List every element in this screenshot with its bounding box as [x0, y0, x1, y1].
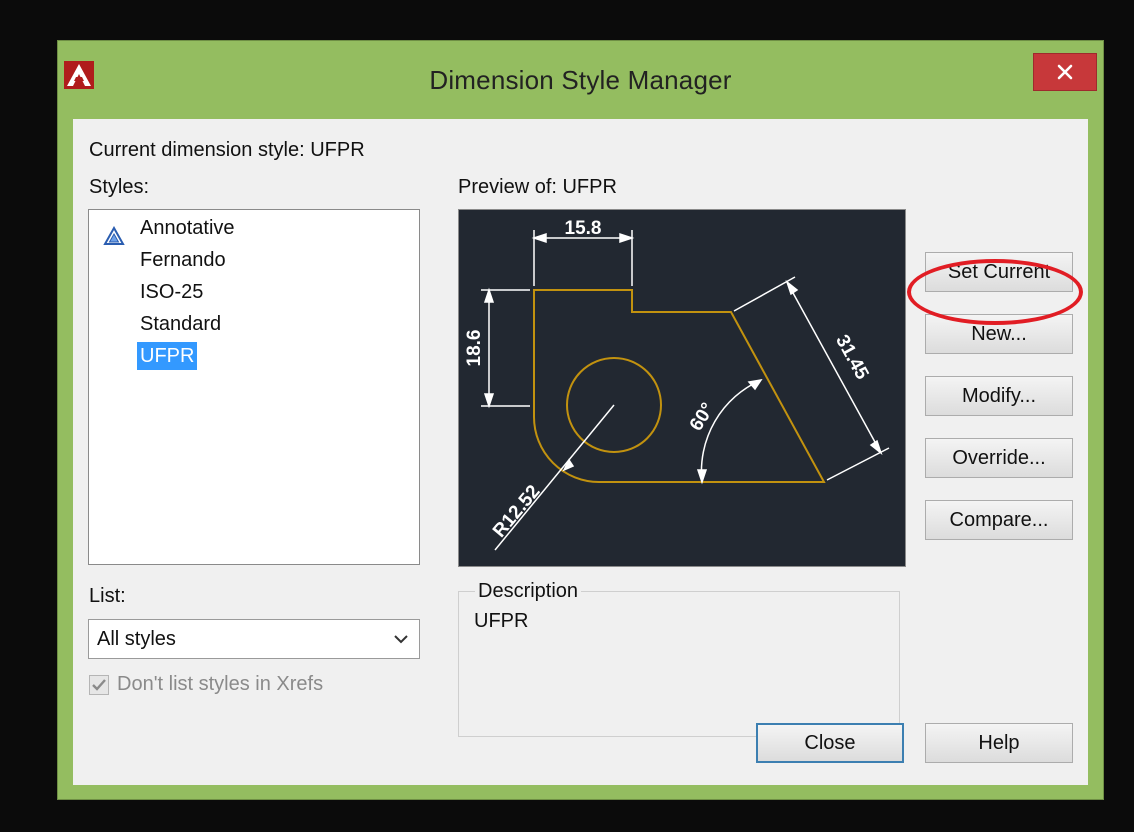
- xrefs-checkbox-label: Don't list styles in Xrefs: [117, 673, 324, 695]
- list-filter-select[interactable]: All styles: [88, 619, 420, 659]
- override-button[interactable]: Override...: [925, 438, 1073, 478]
- style-item-iso-25[interactable]: ISO-25: [137, 278, 206, 306]
- style-item-ufpr[interactable]: UFPR: [137, 342, 198, 370]
- window-title: Dimension Style Manager: [429, 65, 732, 95]
- styles-label: Styles:: [89, 176, 150, 198]
- dim-text-top: 15.8: [565, 218, 602, 239]
- compare-button[interactable]: Compare...: [925, 500, 1073, 540]
- checkmark-icon: [92, 679, 106, 691]
- close-window-button[interactable]: [1033, 53, 1097, 91]
- dimension-style-manager-dialog: Dimension Style Manager Current dimensio…: [57, 40, 1104, 800]
- help-button[interactable]: Help: [925, 723, 1073, 763]
- title-bar[interactable]: Dimension Style Manager: [58, 41, 1103, 117]
- list-label: List:: [89, 585, 126, 607]
- close-icon: [1057, 64, 1073, 80]
- dim-slant: [733, 276, 890, 481]
- dim-text-left: 18.6: [464, 330, 485, 367]
- xrefs-checkbox[interactable]: [89, 675, 109, 695]
- dim-text-slant: 31.45: [831, 331, 873, 383]
- dimension-preview: 15.8 18.6 31.45 60° R12.52: [458, 209, 906, 567]
- annotative-icon: [103, 226, 125, 245]
- preview-drawing: 15.8 18.6 31.45 60° R12.52: [464, 218, 890, 551]
- description-legend: Description: [475, 580, 582, 603]
- dialog-body: Current dimension style: UFPR Styles: Pr…: [73, 119, 1088, 785]
- chevron-down-icon: [394, 635, 408, 644]
- dim-left: [481, 287, 530, 409]
- list-filter-value: All styles: [97, 628, 176, 650]
- modify-button[interactable]: Modify...: [925, 376, 1073, 416]
- dim-angle: [696, 378, 763, 485]
- part-outline: [533, 289, 826, 483]
- style-item-standard[interactable]: Standard: [137, 310, 224, 338]
- current-style-label: Current dimension style: UFPR: [89, 139, 365, 161]
- dim-text-radius: R12.52: [489, 481, 544, 541]
- style-item-annotative[interactable]: Annotative: [137, 214, 238, 242]
- description-text: UFPR: [474, 610, 529, 632]
- dim-text-angle: 60°: [686, 399, 719, 434]
- preview-label: Preview of: UFPR: [458, 176, 617, 198]
- styles-listbox[interactable]: Annotative Fernando ISO-25 Standard UFPR: [88, 209, 420, 565]
- new-button-highlight-ring: [907, 259, 1083, 325]
- close-button[interactable]: Close: [756, 723, 904, 763]
- description-group: Description UFPR: [458, 580, 900, 737]
- style-item-fernando[interactable]: Fernando: [137, 246, 229, 274]
